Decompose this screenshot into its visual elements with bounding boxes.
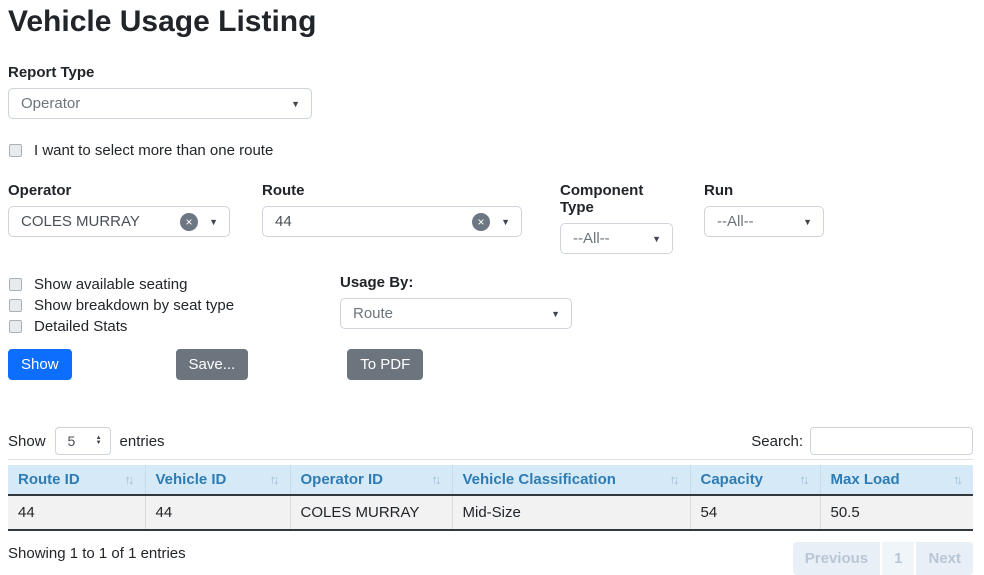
show-button[interactable]: Show: [8, 349, 72, 380]
column-header-operator-id[interactable]: Operator ID ↑↓: [290, 465, 452, 495]
cell-vehicle-classification: Mid-Size: [452, 495, 690, 530]
page-length-select[interactable]: 5 ▲ ▼: [55, 427, 111, 455]
available-seating-checkbox[interactable]: [9, 278, 22, 291]
cell-capacity: 54: [690, 495, 820, 530]
detailed-stats-label: Detailed Stats: [34, 318, 127, 335]
cell-route-id: 44: [8, 495, 145, 530]
pagination-page-1-button[interactable]: 1: [882, 542, 914, 575]
vehicle-usage-table: Route ID ↑↓ Vehicle ID ↑↓ Operator ID ↑↓ Ve…: [8, 465, 973, 531]
column-label: Capacity: [701, 471, 764, 488]
column-label: Max Load: [831, 471, 900, 488]
component-type-label: Component Type: [560, 182, 673, 216]
cell-operator-id: COLES MURRAY: [290, 495, 452, 530]
run-value: --All--: [717, 213, 754, 230]
column-label: Route ID: [18, 471, 80, 488]
chevron-down-icon: ▼: [209, 217, 218, 227]
chevron-down-icon: ▼: [291, 99, 300, 109]
column-header-max-load[interactable]: Max Load ↑↓: [820, 465, 973, 495]
sort-icon: ↑↓: [800, 472, 810, 487]
page-length-value: 5: [68, 433, 76, 449]
column-header-vehicle-id[interactable]: Vehicle ID ↑↓: [145, 465, 290, 495]
clear-icon[interactable]: ×: [472, 213, 490, 231]
page-title: Vehicle Usage Listing: [8, 5, 973, 39]
options-row: Show available seating Show breakdown by…: [8, 274, 973, 337]
route-combobox[interactable]: 44 × ▼: [262, 206, 522, 237]
options-checkbox-group: Show available seating Show breakdown by…: [8, 274, 340, 337]
chevron-down-icon: ▼: [652, 234, 661, 244]
pagination-previous-button[interactable]: Previous: [793, 542, 880, 575]
component-type-select[interactable]: --All-- ▼: [560, 223, 673, 254]
action-buttons-row: Show Save... To PDF: [8, 349, 973, 380]
seat-breakdown-label: Show breakdown by seat type: [34, 297, 234, 314]
multi-route-label: I want to select more than one route: [34, 142, 273, 159]
route-value: 44: [275, 213, 292, 230]
filters-row: Operator COLES MURRAY × ▼ Route 44 × ▼ C…: [8, 182, 973, 254]
column-header-route-id[interactable]: Route ID ↑↓: [8, 465, 145, 495]
sort-icon: ↑↓: [670, 472, 680, 487]
column-label: Vehicle Classification: [463, 471, 616, 488]
option-available-seating-row: Show available seating: [8, 274, 340, 295]
sort-icon: ↑↓: [953, 472, 963, 487]
sort-icon: ↑↓: [125, 472, 135, 487]
length-suffix-label: entries: [120, 433, 165, 450]
column-header-vehicle-classification[interactable]: Vehicle Classification ↑↓: [452, 465, 690, 495]
chevron-down-icon: ▼: [551, 309, 560, 319]
table-row: 44 44 COLES MURRAY Mid-Size 54 50.5: [8, 495, 973, 530]
detailed-stats-checkbox[interactable]: [9, 320, 22, 333]
datatable-controls: Show 5 ▲ ▼ entries Search:: [8, 427, 973, 455]
table-header-row: Route ID ↑↓ Vehicle ID ↑↓ Operator ID ↑↓ Ve…: [8, 465, 973, 495]
report-type-label: Report Type: [8, 64, 973, 81]
table-info-text: Showing 1 to 1 of 1 entries: [8, 542, 186, 562]
table-top-divider: [8, 459, 973, 460]
component-type-value: --All--: [573, 230, 610, 247]
save-button[interactable]: Save...: [176, 349, 249, 380]
pagination: Previous 1 Next: [793, 542, 973, 575]
to-pdf-button[interactable]: To PDF: [347, 349, 423, 380]
column-label: Operator ID: [301, 471, 384, 488]
multi-route-row: I want to select more than one route: [8, 140, 973, 161]
search-label: Search:: [751, 433, 803, 450]
operator-label: Operator: [8, 182, 230, 199]
option-seat-breakdown-row: Show breakdown by seat type: [8, 295, 340, 316]
operator-combobox[interactable]: COLES MURRAY × ▼: [8, 206, 230, 237]
chevron-down-icon: ▼: [501, 217, 510, 227]
usage-by-value: Route: [353, 305, 393, 322]
seat-breakdown-checkbox[interactable]: [9, 299, 22, 312]
available-seating-label: Show available seating: [34, 276, 187, 293]
option-detailed-stats-row: Detailed Stats: [8, 316, 340, 337]
pagination-next-button[interactable]: Next: [916, 542, 973, 575]
operator-value: COLES MURRAY: [21, 213, 140, 230]
usage-by-select[interactable]: Route ▼: [340, 298, 572, 329]
search-input[interactable]: [810, 427, 973, 455]
route-label: Route: [262, 182, 522, 199]
column-label: Vehicle ID: [156, 471, 227, 488]
spinner-icon: ▲ ▼: [96, 436, 102, 446]
length-prefix-label: Show: [8, 433, 46, 450]
cell-vehicle-id: 44: [145, 495, 290, 530]
multi-route-checkbox[interactable]: [9, 144, 22, 157]
clear-icon[interactable]: ×: [180, 213, 198, 231]
report-type-select[interactable]: Operator ▼: [8, 88, 312, 119]
table-footer: Showing 1 to 1 of 1 entries Previous 1 N…: [8, 542, 973, 575]
column-header-capacity[interactable]: Capacity ↑↓: [690, 465, 820, 495]
usage-by-label: Usage By:: [340, 274, 572, 291]
cell-max-load: 50.5: [820, 495, 973, 530]
run-select[interactable]: --All-- ▼: [704, 206, 824, 237]
report-type-value: Operator: [21, 95, 80, 112]
chevron-down-icon: ▼: [803, 217, 812, 227]
sort-icon: ↑↓: [432, 472, 442, 487]
search-control: Search:: [751, 427, 973, 455]
vehicle-usage-page: Vehicle Usage Listing Report Type Operat…: [0, 0, 984, 575]
page-length-control: Show 5 ▲ ▼ entries: [8, 427, 165, 455]
spin-down-icon: ▼: [96, 441, 102, 446]
sort-icon: ↑↓: [270, 472, 280, 487]
run-label: Run: [704, 182, 824, 199]
